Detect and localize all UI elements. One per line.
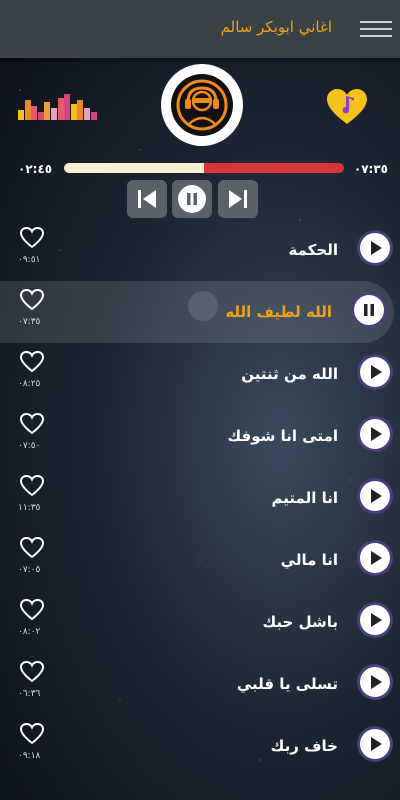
skip-previous-icon [138, 190, 156, 208]
pause-icon [178, 185, 206, 213]
track-row[interactable]: ٠٦:٣٦ تسلى يا قلبي [0, 653, 400, 715]
elapsed-time: ٠٢:٤٥ [18, 162, 53, 176]
track-title: انا المتيم [271, 489, 338, 507]
headphones-avatar-icon [161, 64, 243, 146]
equalizer-icon [18, 94, 98, 120]
heart-outline-icon[interactable] [19, 350, 45, 373]
progress-bar[interactable] [64, 163, 344, 173]
track-row[interactable]: ٠٩:٥١ الحكمة [0, 219, 400, 281]
track-duration: ٠٩:١٨ [18, 751, 41, 761]
app-bar: اغاني ابوبكر سالم [0, 0, 400, 58]
heart-outline-icon[interactable] [19, 536, 45, 559]
heart-outline-icon[interactable] [19, 474, 45, 497]
track-duration: ٠٨:٠٢ [18, 627, 41, 637]
play-icon [371, 737, 382, 751]
track-list: ٠٩:٥١ الحكمة ٠٧:٣٥ الله لطيف الله ٠٨:٢٥ … [0, 219, 400, 777]
heart-outline-icon[interactable] [19, 598, 45, 621]
pause-track-button[interactable] [354, 295, 384, 325]
track-row[interactable]: ٠٧:٠٥ انا مالي [0, 529, 400, 591]
track-duration: ١١:٣٥ [18, 503, 41, 513]
play-track-button[interactable] [360, 729, 390, 759]
play-track-button[interactable] [360, 667, 390, 697]
touch-ripple [188, 291, 218, 321]
play-icon [371, 365, 382, 379]
track-duration: ٠٧:٣٥ [18, 317, 41, 327]
progress-fill [64, 163, 204, 173]
play-track-button[interactable] [360, 481, 390, 511]
app-title: اغاني ابوبكر سالم [220, 18, 332, 36]
track-title: خاف ربك [270, 737, 338, 755]
skip-next-icon [229, 190, 247, 208]
track-row[interactable]: ٠٧:٣٥ الله لطيف الله [0, 281, 394, 343]
play-icon [371, 241, 382, 255]
next-button[interactable] [218, 180, 258, 218]
hamburger-menu-icon[interactable] [360, 16, 392, 42]
track-duration: ٠٧:٥٠ [18, 441, 41, 451]
track-title: الله من ثنتين [241, 365, 338, 383]
track-row[interactable]: ١١:٣٥ انا المتيم [0, 467, 400, 529]
heart-music-note-icon[interactable] [326, 88, 368, 126]
heart-outline-icon[interactable] [19, 660, 45, 683]
track-title: الحكمة [288, 241, 338, 259]
pause-icon [364, 304, 374, 316]
play-track-button[interactable] [360, 543, 390, 573]
track-duration: ٠٦:٣٦ [18, 689, 41, 699]
play-track-button[interactable] [360, 419, 390, 449]
play-icon [371, 551, 382, 565]
track-title: باشل حبك [262, 613, 338, 631]
track-title: انا مالي [280, 551, 338, 569]
heart-outline-icon[interactable] [19, 412, 45, 435]
play-icon [371, 675, 382, 689]
track-duration: ٠٧:٠٥ [18, 565, 41, 575]
play-icon [371, 427, 382, 441]
play-pause-button[interactable] [172, 180, 212, 218]
track-row[interactable]: ٠٧:٥٠ امتى انا شوفك [0, 405, 400, 467]
track-title: تسلى يا قلبي [236, 675, 338, 693]
heart-outline-icon[interactable] [19, 288, 45, 311]
heart-outline-icon[interactable] [19, 722, 45, 745]
track-row[interactable]: ٠٩:١٨ خاف ربك [0, 715, 400, 777]
play-icon [371, 489, 382, 503]
total-time: ٠٧:٣٥ [353, 162, 388, 176]
play-track-button[interactable] [360, 233, 390, 263]
play-track-button[interactable] [360, 357, 390, 387]
heart-outline-icon[interactable] [19, 226, 45, 249]
play-icon [371, 613, 382, 627]
track-duration: ٠٨:٢٥ [18, 379, 41, 389]
track-title: الله لطيف الله [225, 303, 332, 321]
track-row[interactable]: ٠٨:٢٥ الله من ثنتين [0, 343, 400, 405]
previous-button[interactable] [127, 180, 167, 218]
play-track-button[interactable] [360, 605, 390, 635]
track-row[interactable]: ٠٨:٠٢ باشل حبك [0, 591, 400, 653]
track-duration: ٠٩:٥١ [18, 255, 41, 265]
track-title: امتى انا شوفك [227, 427, 338, 445]
